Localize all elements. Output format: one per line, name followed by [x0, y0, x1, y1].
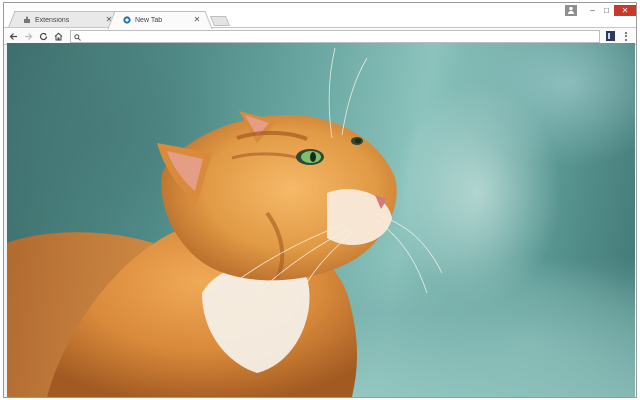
extension-logo-icon: [123, 16, 131, 24]
omnibox[interactable]: [70, 30, 600, 43]
maximize-icon[interactable]: □: [600, 5, 613, 16]
search-input[interactable]: [81, 31, 599, 42]
tab-strip: Extensions ✕ New Tab ✕ – □ ✕: [4, 3, 636, 28]
close-icon[interactable]: ✕: [614, 4, 636, 16]
reload-icon[interactable]: [37, 30, 49, 42]
tab-new-tab[interactable]: New Tab ✕: [114, 11, 206, 28]
home-icon[interactable]: [52, 30, 64, 42]
tab-title: New Tab: [135, 16, 163, 24]
window-controls: – □ ✕: [565, 3, 636, 17]
tab-extensions[interactable]: Extensions ✕: [14, 11, 118, 28]
profile-icon[interactable]: [565, 4, 577, 16]
new-tab-background-image: [7, 43, 635, 397]
back-arrow-icon[interactable]: [7, 30, 19, 42]
kebab-menu-icon[interactable]: [622, 30, 630, 42]
puzzle-icon: [23, 16, 31, 24]
cat-illustration: [7, 47, 443, 397]
tab-close-icon[interactable]: ✕: [193, 16, 201, 24]
extension-icon[interactable]: [606, 31, 615, 41]
forward-arrow-icon[interactable]: [22, 30, 34, 42]
minimize-icon[interactable]: –: [586, 5, 599, 16]
new-tab-button[interactable]: [209, 16, 231, 26]
browser-window: Extensions ✕ New Tab ✕ – □ ✕: [3, 2, 637, 398]
tab-title: Extensions: [35, 16, 70, 24]
